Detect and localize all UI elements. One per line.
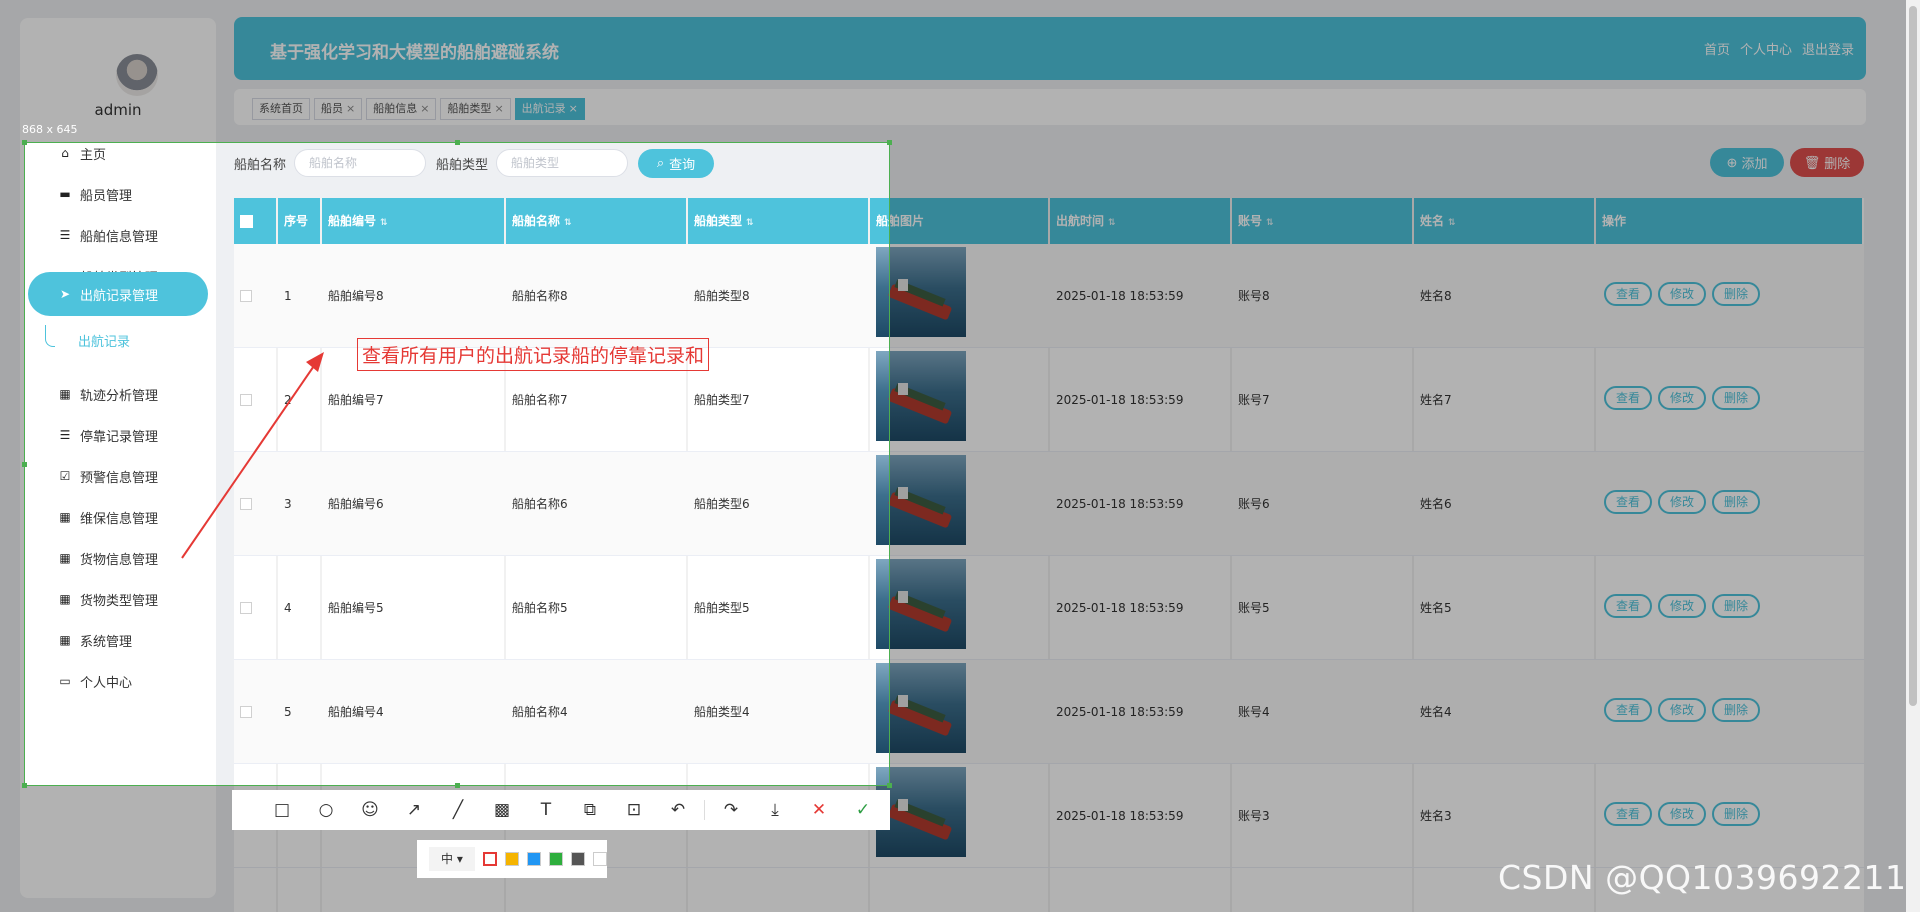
arrow-icon[interactable]: ↗	[392, 790, 436, 830]
color-swatch[interactable]	[526, 852, 541, 866]
circle-icon[interactable]: ○	[304, 790, 348, 830]
undo-icon[interactable]: ↶	[656, 790, 700, 830]
text-icon[interactable]: T	[524, 790, 568, 830]
dim-top	[0, 0, 1920, 142]
style-options-bar: 中 ▾	[417, 840, 607, 878]
font-size-select[interactable]: 中 ▾	[429, 847, 475, 871]
resize-handle[interactable]	[455, 140, 460, 145]
cancel-icon[interactable]: ✕	[797, 790, 841, 830]
toolbar-divider	[704, 800, 705, 820]
color-swatch[interactable]	[504, 852, 519, 866]
selection-size-readout: 868 x 645	[22, 123, 78, 136]
resize-handle[interactable]	[887, 140, 892, 145]
color-swatch[interactable]	[548, 852, 563, 866]
rectangle-icon[interactable]: □	[260, 790, 304, 830]
color-swatch[interactable]	[570, 852, 585, 866]
selection-frame[interactable]	[22, 140, 892, 788]
ocr-icon[interactable]: ⊡	[612, 790, 656, 830]
dim-left	[0, 142, 24, 786]
save-icon[interactable]: ⤓	[753, 790, 797, 830]
emoji-icon[interactable]: ☺	[348, 790, 392, 830]
watermark: CSDN @QQ1039692211	[1498, 858, 1907, 897]
resize-handle[interactable]	[22, 783, 27, 788]
resize-handle[interactable]	[887, 783, 892, 788]
page-scrollbar[interactable]	[1906, 0, 1920, 912]
line-icon[interactable]: ╱	[436, 790, 480, 830]
annotation-text-box[interactable]: 查看所有用户的出航记录船的停靠记录和	[357, 338, 710, 371]
resize-handle[interactable]	[22, 462, 27, 467]
mosaic-icon[interactable]: ▩	[480, 790, 524, 830]
resize-handle[interactable]	[455, 783, 460, 788]
color-swatch[interactable]	[592, 852, 607, 866]
dim-right	[890, 142, 1920, 786]
redo-icon[interactable]: ↷	[709, 790, 753, 830]
color-swatch[interactable]	[482, 852, 497, 866]
confirm-icon[interactable]: ✓	[841, 790, 885, 830]
copy-icon[interactable]: ⧉	[568, 790, 612, 830]
screenshot-toolbar: □ ○ ☺ ↗ ╱ ▩ T ⧉ ⊡ ↶ ↷ ⤓ ✕ ✓	[232, 790, 890, 830]
resize-handle[interactable]	[22, 140, 27, 145]
scrollbar-thumb[interactable]	[1909, 6, 1917, 706]
